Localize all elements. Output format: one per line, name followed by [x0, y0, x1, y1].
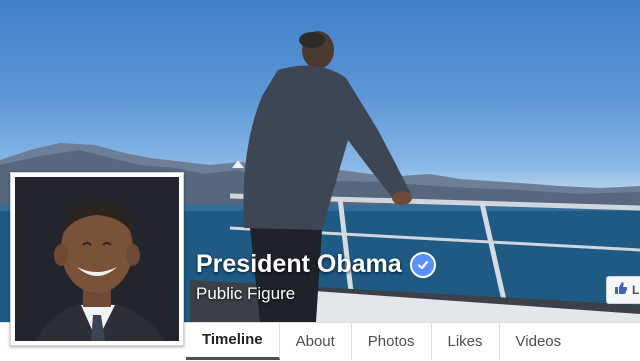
profile-picture[interactable]	[10, 172, 184, 346]
page-title: President Obama	[196, 250, 402, 278]
like-page-button[interactable]: L	[606, 276, 640, 304]
page-category: Public Figure	[196, 284, 296, 303]
page-title-row: President Obama	[196, 250, 436, 279]
tab-timeline[interactable]: Timeline	[186, 322, 280, 360]
verified-badge-icon	[409, 251, 436, 278]
like-button-label: L	[632, 283, 640, 297]
tab-videos[interactable]: Videos	[500, 322, 578, 360]
page-tabs: Timeline About Photos Likes Videos	[186, 322, 577, 360]
tab-likes[interactable]: Likes	[432, 322, 500, 360]
thumbs-up-icon	[614, 281, 628, 300]
tab-about[interactable]: About	[280, 322, 352, 360]
profile-photo-image	[15, 177, 179, 341]
tab-photos[interactable]: Photos	[352, 322, 432, 360]
